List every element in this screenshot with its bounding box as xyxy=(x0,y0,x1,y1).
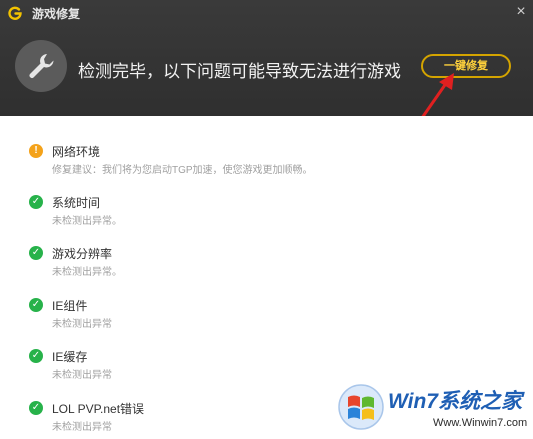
tgp-logo-icon xyxy=(8,6,22,20)
check-icon: ✓ xyxy=(29,401,43,415)
scan-result-headline: 检测完毕，以下问题可能导致无法进行游戏 xyxy=(78,62,401,81)
window-title: 游戏修复 xyxy=(32,7,81,21)
result-desc: 未检测出异常。 xyxy=(52,216,122,227)
close-button[interactable]: × xyxy=(512,3,530,21)
warning-icon: ! xyxy=(29,144,43,158)
result-title: IE缓存 xyxy=(52,350,88,364)
header-banner: 游戏修复 × 检测完毕，以下问题可能导致无法进行游戏 一键修复 xyxy=(0,0,533,129)
result-desc: 未检测出异常 xyxy=(52,422,112,433)
result-item-network: ! 网络环境 修复建议：我们将为您启动TGP加速，使您游戏更加顺畅。 xyxy=(0,142,533,182)
result-desc: 未检测出异常 xyxy=(52,319,112,330)
result-item-ie-component: ✓ IE组件 未检测出异常 xyxy=(0,296,533,336)
result-title: LOL PVP.net错误 xyxy=(52,402,145,416)
result-item-system-time: ✓ 系统时间 未检测出异常。 xyxy=(0,193,533,233)
result-title: 系统时间 xyxy=(52,196,101,210)
watermark: Win7系统之家 Www.Winwin7.com xyxy=(333,379,533,437)
wrench-icon xyxy=(15,40,67,92)
check-icon: ✓ xyxy=(29,246,43,260)
result-desc: 未检测出异常 xyxy=(52,370,112,381)
check-icon: ✓ xyxy=(29,195,43,209)
result-title: IE组件 xyxy=(52,299,88,313)
check-icon: ✓ xyxy=(29,298,43,312)
windows-flag-icon xyxy=(338,384,384,430)
result-title: 游戏分辨率 xyxy=(52,247,113,261)
watermark-brand: Win7系统之家 xyxy=(388,390,522,413)
result-desc: 未检测出异常。 xyxy=(52,267,122,278)
watermark-url: Www.Winwin7.com xyxy=(433,417,528,429)
result-title: 网络环境 xyxy=(52,145,101,159)
check-icon: ✓ xyxy=(29,349,43,363)
result-desc: 修复建议：我们将为您启动TGP加速，使您游戏更加顺畅。 xyxy=(52,165,313,176)
result-item-resolution: ✓ 游戏分辨率 未检测出异常。 xyxy=(0,244,533,284)
